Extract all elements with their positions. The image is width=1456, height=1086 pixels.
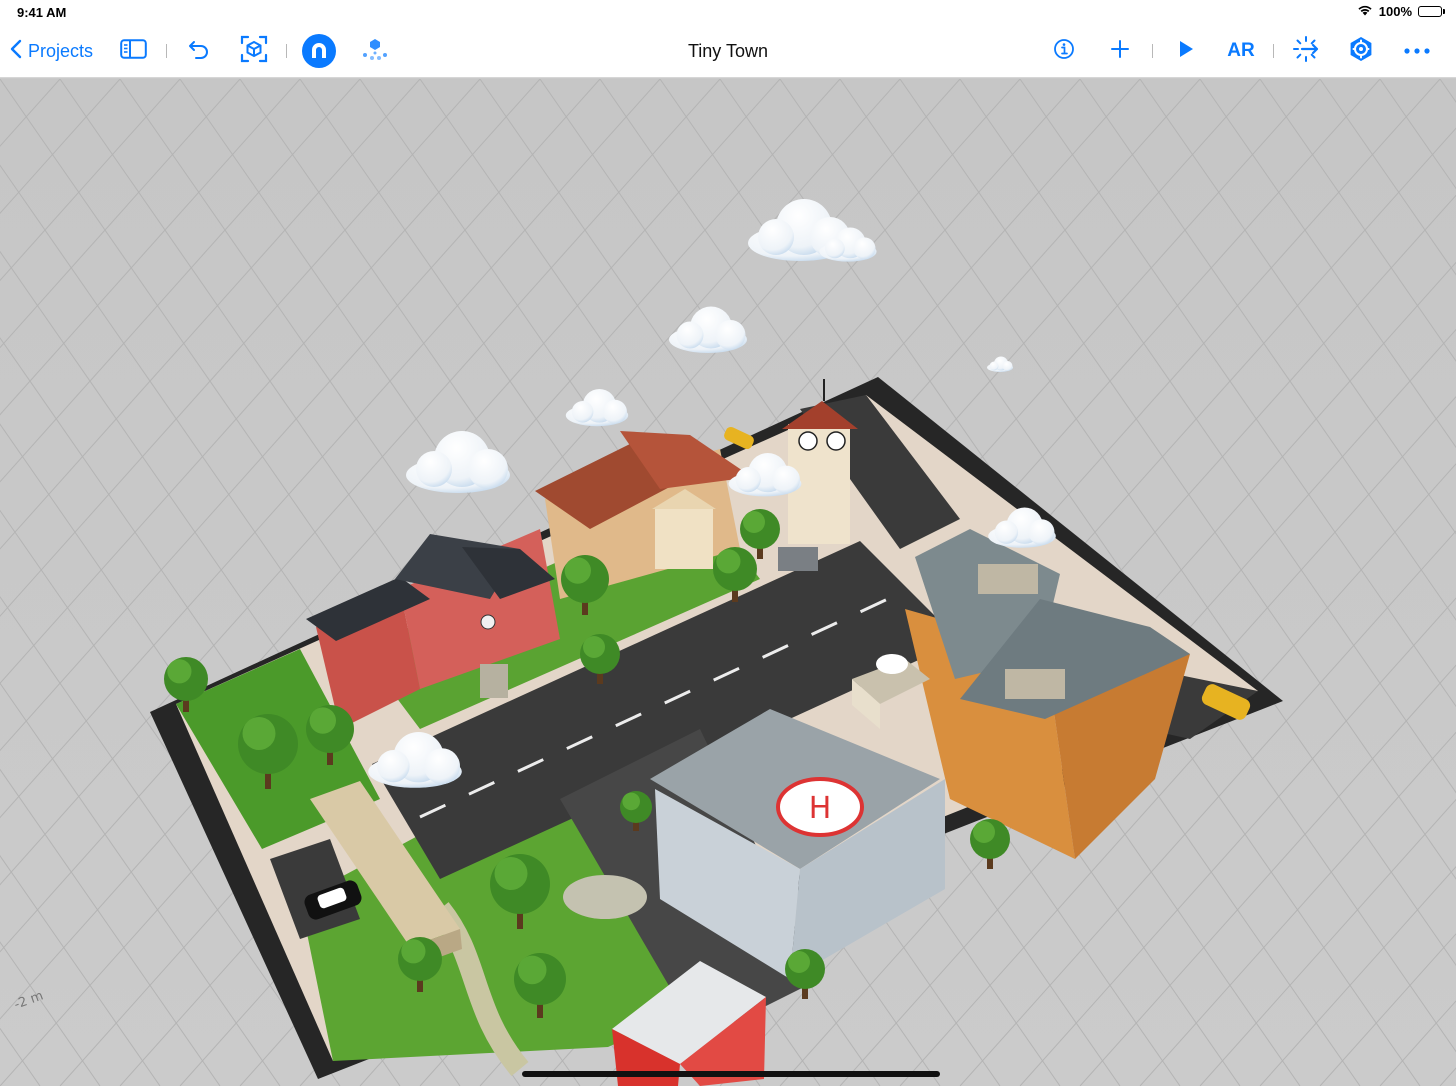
- physics-icon: [361, 36, 389, 67]
- scene-canvas[interactable]: H -2 m: [0, 79, 1456, 1086]
- undo-icon: [188, 39, 210, 64]
- svg-text:H: H: [809, 791, 832, 826]
- anchor-button[interactable]: [1290, 24, 1322, 78]
- toolbar-separator: [166, 44, 167, 58]
- more-options-button[interactable]: [1400, 24, 1434, 78]
- document-title: Tiny Town: [687, 41, 769, 61]
- sidebar-icon: [119, 38, 147, 64]
- status-time: 9:41 AM: [17, 5, 67, 20]
- home-indicator[interactable]: [522, 1071, 940, 1077]
- settings-icon: [1347, 35, 1375, 68]
- battery-percent: 100%: [1378, 4, 1412, 19]
- frame-object-icon: [240, 35, 268, 68]
- ar-label: AR: [1227, 40, 1255, 61]
- sidebar-toggle-button[interactable]: [118, 24, 148, 78]
- toolbar-separator: [1273, 44, 1274, 58]
- toolbar-separator: [286, 44, 287, 58]
- play-icon: [1177, 39, 1195, 64]
- wifi-icon: [1357, 4, 1373, 19]
- scene-settings-button[interactable]: [1346, 24, 1376, 78]
- physics-button[interactable]: [360, 24, 390, 78]
- snap-toggle-button[interactable]: [302, 24, 336, 78]
- scene-viewport[interactable]: H -2 m: [0, 79, 1456, 1086]
- more-icon: [1403, 42, 1431, 60]
- bus-stop: [778, 547, 818, 571]
- add-object-button[interactable]: [1106, 24, 1134, 78]
- projects-back-label: Projects: [28, 40, 94, 61]
- info-icon: [1053, 38, 1075, 65]
- ar-mode-button[interactable]: AR: [1222, 24, 1260, 78]
- undo-button[interactable]: [184, 24, 214, 78]
- anchor-icon: [1292, 35, 1320, 68]
- frame-object-button[interactable]: [238, 24, 270, 78]
- info-button[interactable]: [1050, 24, 1078, 78]
- play-button[interactable]: [1172, 24, 1200, 78]
- picnic-area: [563, 875, 647, 919]
- snap-magnet-icon: [302, 34, 336, 68]
- chevron-left-icon: [10, 39, 22, 64]
- battery-icon: [1418, 6, 1445, 17]
- projects-back-button[interactable]: Projects: [10, 24, 93, 78]
- toolbar-separator: [1152, 44, 1153, 58]
- plus-icon: [1110, 39, 1130, 64]
- status-right: 100%: [1357, 4, 1445, 19]
- toolbar: Projects Tiny Town AR: [0, 24, 1456, 78]
- status-bar: 9:41 AM 100%: [0, 0, 1456, 24]
